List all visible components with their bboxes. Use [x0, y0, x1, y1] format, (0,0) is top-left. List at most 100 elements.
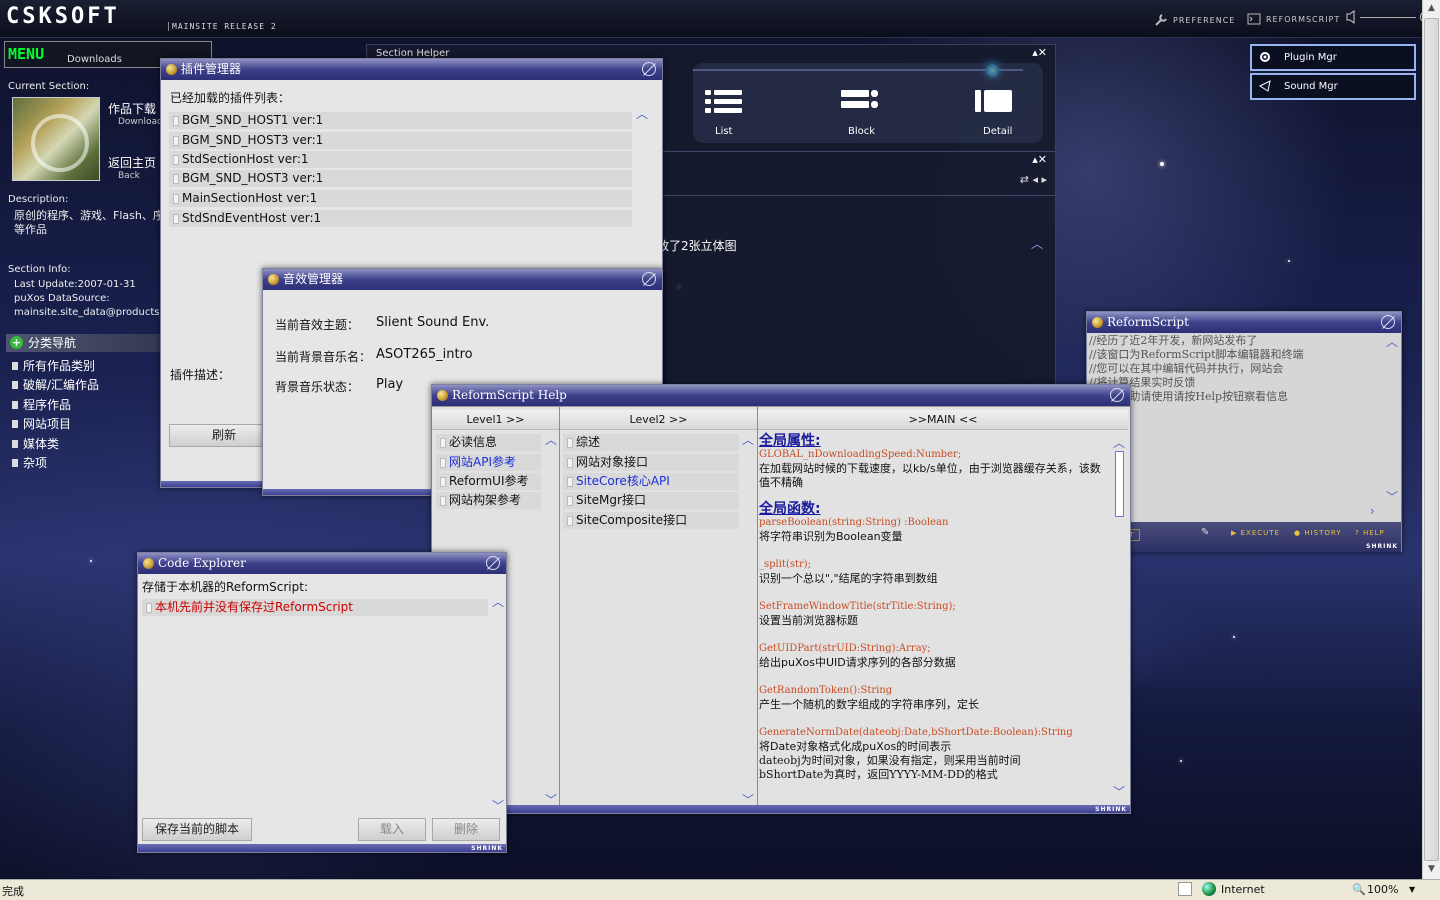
scroll-right-icon[interactable]: › [1370, 504, 1375, 518]
block-view-icon[interactable] [841, 88, 879, 116]
plugin-item[interactable]: BGM_SND_HOST3 ver:1 [169, 170, 632, 187]
func-signature: _split(str); [759, 559, 812, 570]
func-description: 将字符串识别为Boolean变量 [759, 530, 903, 543]
back-link-label: 返回主页 [108, 156, 157, 170]
delete-button[interactable]: 删除 [432, 818, 500, 841]
func-description: 产生一个随机的数字组成的字符串序列，定长 [759, 698, 979, 711]
chevron-down-icon[interactable]: ▼ [1409, 885, 1415, 894]
collapse-icon[interactable] [1381, 315, 1395, 329]
script-line: //将计算结果实时反馈 [1089, 376, 1196, 389]
browser-scrollbar[interactable]: ▲ ▼ [1422, 0, 1440, 879]
plugin-item[interactable]: StdSectionHost ver:1 [169, 151, 632, 168]
scroll-up-icon[interactable]: ︿ [636, 105, 648, 122]
level1-item-selected[interactable]: 网站API参考 [436, 454, 541, 471]
collapse-icon[interactable] [486, 556, 500, 570]
help-button[interactable]: ? HELP [1355, 529, 1385, 537]
collapse-icon[interactable] [642, 272, 656, 286]
history-button[interactable]: ● HISTORY [1294, 529, 1342, 537]
star-decor [1180, 760, 1182, 762]
history-label: HISTORY [1304, 529, 1342, 537]
main-scroll-thumb[interactable] [1115, 451, 1124, 517]
level1-item[interactable]: ReformUI参考 [436, 473, 541, 490]
sound-icon [1258, 80, 1271, 92]
downloads-link[interactable]: 作品下载 Downloads [108, 100, 167, 127]
zoom-level[interactable]: 100% [1367, 883, 1398, 896]
level2-item[interactable]: SiteMgr接口 [563, 492, 739, 509]
scroll-down-icon[interactable]: ▼ [1423, 861, 1440, 878]
help-columns: Level1 >> Level2 >> >>MAIN << 必读信息 网站API… [432, 406, 1130, 807]
zoom-icon: 🔍 [1352, 883, 1366, 896]
main-header: >>MAIN << [758, 410, 1128, 430]
security-icon[interactable] [1178, 882, 1192, 896]
shrink-button[interactable]: SHRINK [1366, 543, 1398, 550]
scroll-up-icon[interactable]: ︿ [1113, 434, 1125, 451]
scroll-down-icon[interactable]: ﹀ [1113, 783, 1125, 800]
plugin-mgr-button[interactable]: Plugin Mgr [1250, 44, 1416, 71]
menu-label: MENU [8, 45, 45, 63]
section-thumbnail [12, 97, 100, 181]
code-explorer-titlebar[interactable]: Code Explorer [138, 553, 506, 574]
volume-track[interactable] [1360, 16, 1416, 18]
scroll-up-icon[interactable]: ▲ [1423, 0, 1440, 17]
close-icon[interactable]: ▴✕ [1032, 46, 1047, 59]
scroll-up-icon[interactable]: ︿ [742, 431, 754, 448]
nav-item[interactable]: 程序作品 [12, 396, 71, 413]
collapse-icon[interactable] [642, 62, 656, 76]
scroll-up-icon[interactable]: ︿ [1031, 235, 1043, 252]
star-decor [1160, 162, 1164, 166]
sound-manager-titlebar[interactable]: 音效管理器 [263, 269, 662, 290]
level1-item[interactable]: 必读信息 [436, 434, 541, 451]
pencil-icon[interactable]: ✎ [1201, 527, 1209, 538]
nav-item[interactable]: 杂项 [12, 454, 47, 471]
description-text: 原创的程序、游戏、Flash、序等作品 [14, 209, 164, 236]
empty-script-item[interactable]: 本机先前并没有保存过ReformScript [142, 599, 488, 616]
sound-mgr-button[interactable]: Sound Mgr [1250, 73, 1416, 100]
plugin-item[interactable]: BGM_SND_HOST1 ver:1 [169, 112, 632, 129]
main-content: 全局属性: GLOBAL_nDownloadingSpeed:Number; 在… [759, 434, 1104, 804]
back-link[interactable]: 返回主页 Back [108, 154, 156, 181]
help-titlebar[interactable]: ReformScript Help [432, 385, 1130, 406]
detail-view-label: Detail [983, 126, 1013, 137]
scroll-up-icon[interactable]: ︿ [545, 431, 557, 448]
plugin-item[interactable]: MainSectionHost ver:1 [169, 190, 632, 207]
detail-view-icon[interactable] [975, 88, 1013, 116]
plugin-manager-titlebar[interactable]: 插件管理器 [161, 59, 662, 80]
script-editor[interactable]: //经历了近2年开发，新网站发布了 //该窗口为ReformScript脚本编辑… [1089, 334, 1379, 509]
list-view-icon[interactable] [705, 88, 743, 116]
load-button[interactable]: 载入 [358, 818, 426, 841]
scroll-up-icon[interactable]: ︿ [492, 593, 504, 610]
star-decor [1233, 636, 1235, 638]
nav-item[interactable]: 媒体类 [12, 435, 59, 452]
level2-item[interactable]: 综述 [563, 434, 739, 451]
level2-item[interactable]: 网站对象接口 [563, 454, 739, 471]
scroll-up-icon[interactable]: ︿ [1386, 333, 1398, 350]
close-icon[interactable]: ▴✕ [1032, 153, 1047, 166]
gear-icon [1260, 52, 1270, 62]
level2-item-selected[interactable]: SiteCore核心API [563, 473, 739, 490]
reformscript-titlebar[interactable]: ReformScript [1087, 312, 1401, 333]
collapse-icon[interactable] [1110, 388, 1124, 402]
shrink-button[interactable]: SHRINK [1095, 806, 1127, 813]
volume-slider[interactable] [1346, 10, 1432, 24]
level1-header: Level1 >> [432, 410, 559, 430]
reformscript-link[interactable]: REFORMSCRIPT [1247, 13, 1340, 25]
scroll-down-icon[interactable]: ﹀ [1386, 488, 1398, 505]
save-script-button[interactable]: 保存当前的脚本 [142, 818, 252, 841]
preference-link[interactable]: PREFERENCE [1154, 13, 1235, 27]
scroll-down-icon[interactable]: ﹀ [492, 797, 504, 814]
nav-item[interactable]: 所有作品类别 [12, 357, 95, 374]
scroll-thumb[interactable] [1424, 18, 1439, 861]
level2-item[interactable]: SiteComposite接口 [563, 512, 739, 529]
nav-item[interactable]: 破解/汇编作品 [12, 376, 99, 393]
level1-item[interactable]: 网站构架参考 [436, 492, 541, 509]
func-description: 识别一个总以","结尾的字符串到数组 [759, 572, 938, 585]
nav-item[interactable]: 网站项目 [12, 415, 71, 432]
shrink-button[interactable]: SHRINK [471, 845, 503, 852]
window-dot-icon [437, 390, 448, 401]
execute-button[interactable]: ▶ EXECUTE [1231, 529, 1280, 537]
window-dot-icon [166, 64, 177, 75]
nav-arrows-icon[interactable]: ⇄ ◂ ▸ [1020, 173, 1047, 186]
script-line: //您可以在其中编辑代码并执行，网站会 [1089, 362, 1284, 375]
plugin-item[interactable]: BGM_SND_HOST3 ver:1 [169, 132, 632, 149]
plugin-item[interactable]: StdSndEventHost ver:1 [169, 210, 632, 227]
